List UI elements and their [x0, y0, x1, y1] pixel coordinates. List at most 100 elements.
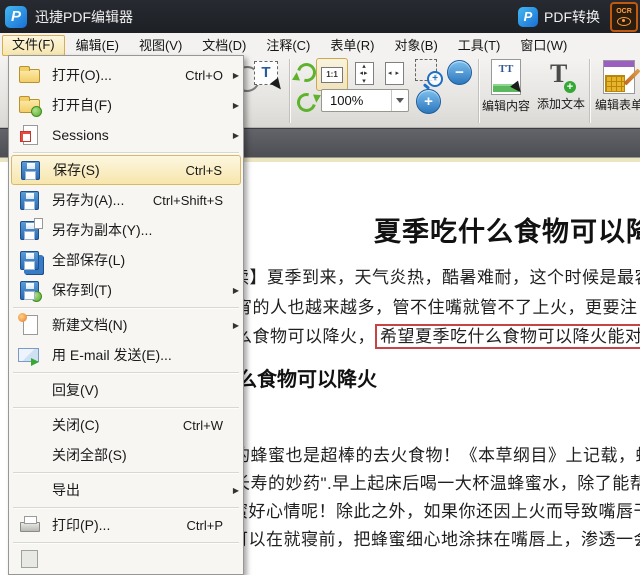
rotate-arrow-icon	[293, 89, 319, 115]
floppy-copy-icon	[17, 218, 43, 242]
fit-page-icon: ▴ ◂▸ ▾	[354, 62, 374, 85]
menu-item-label: 关闭(C)	[52, 417, 100, 433]
menu-item-label: 导出	[52, 482, 80, 498]
menu-item-email[interactable]: 用 E-mail 发送(E)...	[9, 340, 243, 370]
pdf-convert-button[interactable]: PDF转换	[544, 7, 600, 27]
select-text-tool-button[interactable]: T	[252, 59, 288, 97]
doc-text: 么食物可以降火，	[235, 327, 375, 346]
edit-form-button[interactable]: 编辑表单	[592, 57, 640, 121]
menu-item-close[interactable]: 关闭(C) Ctrl+W	[9, 410, 243, 440]
menu-item-label: 另存为副本(Y)...	[52, 222, 153, 238]
doc-paragraph-line: 蜜好心情呢！除此之外，如果你还因上火而导致嘴唇干	[231, 502, 640, 521]
menu-item-label: 回复(V)	[52, 382, 99, 398]
menubar-item-comment[interactable]: 注释(C)	[257, 36, 319, 55]
folder-globe-icon	[17, 93, 43, 117]
ocr-button[interactable]: OCR	[610, 1, 638, 32]
doc-paragraph-line: 的蜂蜜也是超棒的去火食物！《本草纲目》上记载，蜂	[233, 446, 640, 465]
menu-item-open[interactable]: 打开(O)... Ctrl+O ▶	[9, 60, 243, 90]
pdf-convert-logo-icon: P	[518, 6, 538, 27]
rotate-right-button[interactable]	[292, 88, 320, 116]
menu-separator	[13, 372, 239, 373]
menu-item-print[interactable]: 打印(P)... Ctrl+P	[9, 510, 243, 540]
menu-item-label: 保存到(T)	[52, 282, 112, 298]
zoom-in-button[interactable]: +	[416, 89, 441, 114]
menu-item-save-copy[interactable]: 另存为副本(Y)...	[9, 215, 243, 245]
menu-item-label: 新建文档(N)	[52, 317, 128, 333]
combobox-dropdown-button[interactable]	[391, 90, 408, 111]
menubar-item-document[interactable]: 文档(D)	[193, 36, 255, 55]
menu-separator	[13, 307, 239, 308]
zoom-level-value: 100%	[330, 93, 364, 108]
doc-title: 夏季吃什么食物可以降	[374, 217, 640, 247]
menu-item-save[interactable]: 保存(S) Ctrl+S	[11, 155, 241, 185]
empty-icon	[17, 378, 43, 402]
app-window: { "titlebar": { "app_title": "迅捷PDF编辑器",…	[0, 0, 640, 575]
doc-paragraph-line: 么食物可以降火， 希望夏季吃什么食物可以降火能对您	[235, 322, 640, 349]
doc-paragraph-line: 读】夏季到来，天气炎热，酷暑难耐，这个时候是最容	[232, 268, 640, 287]
menubar-item-form[interactable]: 表单(R)	[321, 36, 383, 55]
menu-item-open-from[interactable]: 打开自(F) ▶	[9, 90, 243, 120]
menubar-item-tools[interactable]: 工具(T)	[449, 36, 510, 55]
menu-separator	[13, 152, 239, 153]
eye-icon	[617, 16, 631, 26]
empty-icon	[17, 413, 43, 437]
menu-item-label: 全部保存(L)	[52, 252, 126, 268]
doc-subheading: 么食物可以降火	[237, 369, 377, 391]
highlighted-text-box: 希望夏季吃什么食物可以降火能对您	[375, 324, 640, 349]
edit-form-icon	[603, 60, 640, 94]
menu-item-save-all[interactable]: 全部保存(L)	[9, 245, 243, 275]
menu-item-close-all[interactable]: 关闭全部(S)	[9, 440, 243, 470]
add-text-label: 添加文本	[536, 97, 585, 111]
doc-paragraph-line: 长寿的妙药".早上起床后喝一大杯温蜂蜜水，除了能帮	[233, 474, 640, 493]
menu-item-shortcut: Ctrl+Shift+S	[152, 192, 223, 208]
magnifier-icon: +	[427, 71, 443, 87]
menu-separator	[13, 407, 239, 408]
menu-item-label: 打开自(F)	[52, 97, 112, 113]
doc-paragraph-line: 宵的人也越来越多，管不住嘴就管不了上火，更要注	[235, 298, 638, 317]
add-text-button[interactable]: T + 添加文本	[534, 57, 588, 121]
menu-item-sessions[interactable]: Sessions ▶	[9, 120, 243, 150]
submenu-arrow-icon: ▶	[232, 100, 239, 110]
partial-icon	[17, 548, 43, 572]
floppy-saveas-icon	[17, 188, 43, 212]
email-icon	[17, 343, 43, 367]
app-logo-icon: P	[5, 5, 27, 28]
menubar-item-object[interactable]: 对象(B)	[385, 36, 446, 55]
edit-content-button[interactable]: TT 编辑内容	[479, 57, 533, 121]
menu-item-clipped-item[interactable]	[9, 545, 243, 575]
menu-item-label: 打开(O)...	[52, 67, 112, 83]
fit-page-button[interactable]: ▴ ◂▸ ▾	[349, 58, 379, 89]
menubar-item-file[interactable]: 文件(F)	[2, 34, 65, 56]
menubar-item-window[interactable]: 窗口(W)	[511, 36, 576, 55]
one-to-one-icon: 1:1	[321, 66, 343, 83]
zoom-level-combobox[interactable]: 100%	[321, 89, 409, 112]
floppy-globe-icon	[17, 278, 43, 302]
menu-item-label: Sessions	[52, 127, 109, 143]
menu-item-new-doc[interactable]: 新建文档(N) ▶	[9, 310, 243, 340]
menu-item-export[interactable]: 导出 ▶	[9, 475, 243, 505]
zoom-out-button[interactable]: −	[447, 60, 472, 85]
fit-width-button[interactable]: ◂ ▸	[379, 58, 409, 89]
menu-item-shortcut: Ctrl+O	[185, 67, 223, 83]
menu-item-shortcut: Ctrl+W	[182, 417, 223, 433]
edit-form-label: 编辑表单	[594, 98, 640, 112]
doc-paragraph-line: 可以在就寝前，把蜂蜜细心地涂抹在嘴唇上，渗透一会	[231, 530, 640, 549]
titlebar-right: P PDF转换 OCR	[518, 0, 638, 33]
app-title: 迅捷PDF编辑器	[35, 8, 133, 25]
empty-icon	[17, 478, 43, 502]
badge-icon	[31, 291, 42, 302]
menu-item-revert[interactable]: 回复(V)	[9, 375, 243, 405]
menubar-item-edit[interactable]: 编辑(E)	[67, 36, 128, 55]
edit-content-label: 编辑内容	[481, 99, 530, 113]
menubar-item-view[interactable]: 视图(V)	[130, 36, 191, 55]
file-menu-dropdown: 打开(O)... Ctrl+O ▶ 打开自(F) ▶ Sessions ▶ 保存(S) Ctrl…	[8, 55, 244, 575]
menu-item-label: 另存为(A)...	[52, 192, 125, 208]
floppy-all-icon	[17, 248, 43, 272]
actual-size-button[interactable]: 1:1	[316, 58, 348, 91]
chevron-down-icon	[396, 98, 404, 107]
submenu-arrow-icon: ▶	[232, 320, 239, 330]
menu-item-save-as[interactable]: 另存为(A)... Ctrl+Shift+S	[9, 185, 243, 215]
marquee-zoom-button[interactable]: +	[415, 58, 445, 89]
edit-content-icon: TT	[491, 59, 528, 100]
menu-item-save-to[interactable]: 保存到(T) ▶	[9, 275, 243, 305]
